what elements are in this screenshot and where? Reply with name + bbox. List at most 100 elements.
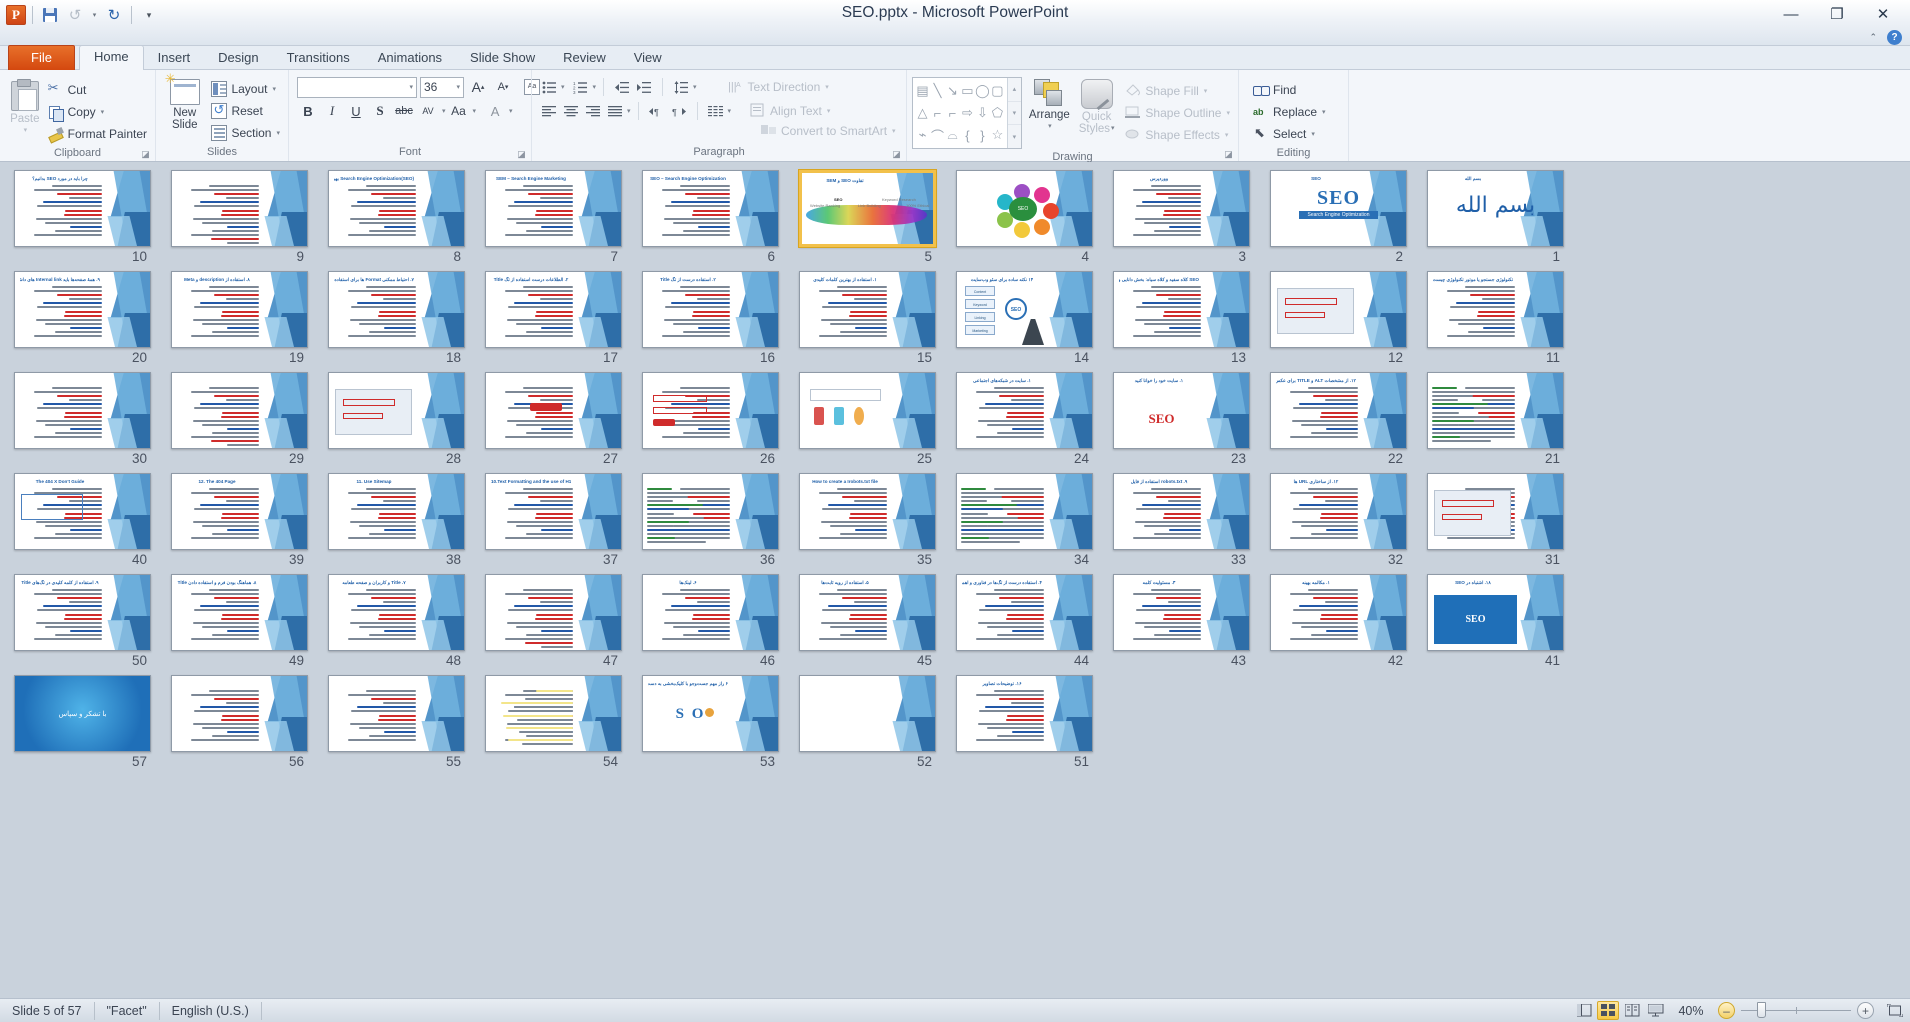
slide-thumbnail-34[interactable]: 34 bbox=[956, 473, 1093, 570]
slide-thumbnail-15[interactable]: ۱. استفاده از بهترین کلمات کلیدی 15 bbox=[799, 271, 936, 368]
tab-home[interactable]: Home bbox=[78, 45, 144, 71]
chevron-down-icon[interactable]: ▾ bbox=[593, 83, 597, 91]
shrink-font-button[interactable]: A ▾ bbox=[492, 77, 514, 98]
italic-button[interactable]: I bbox=[321, 101, 343, 122]
copy-button[interactable]: Copy ▾ bbox=[45, 101, 150, 123]
slide-preview-17[interactable]: ۲. الطلاعات درست استفاده از تگ Title bbox=[485, 271, 622, 348]
slide-preview-55[interactable] bbox=[328, 675, 465, 752]
shape-down-arrow[interactable]: ⇩ bbox=[975, 102, 990, 124]
slide-thumbnail-16[interactable]: ۲. استفاده درست از تگ Title 16 bbox=[642, 271, 779, 368]
arrange-button[interactable]: Arrange ▾ bbox=[1028, 77, 1071, 135]
slide-thumbnail-6[interactable]: SEO – Search Engine Optimization 6 bbox=[642, 170, 779, 267]
slide-thumbnail-7[interactable]: SEM – Search Engine Marketing 7 bbox=[485, 170, 622, 267]
slide-preview-4[interactable]: SEO bbox=[956, 170, 1093, 247]
slide-thumbnail-21[interactable]: 21 bbox=[1427, 372, 1564, 469]
strikethrough-button[interactable]: abc bbox=[393, 101, 415, 122]
tab-file[interactable]: File bbox=[8, 45, 75, 70]
zoom-track[interactable] bbox=[1741, 1002, 1851, 1018]
section-button[interactable]: Section ▾ bbox=[208, 122, 283, 144]
slide-preview-19[interactable]: ۸. استفاده از description و Meta bbox=[171, 271, 308, 348]
slide-thumbnail-5[interactable]: تفاوت SEO و SEM Website Ranking SEO Link Bu… bbox=[798, 169, 937, 267]
slide-thumbnail-52[interactable]: 52 bbox=[799, 675, 936, 772]
slide-preview-38[interactable]: 11. Use Sitemap bbox=[328, 473, 465, 550]
slide-thumbnail-17[interactable]: ۲. الطلاعات درست استفاده از تگ Title 17 bbox=[485, 271, 622, 368]
slide-thumbnail-10[interactable]: چرا باید در مورد SEO بدانیم؟ 10 bbox=[14, 170, 151, 267]
shape-arrow[interactable]: ↘ bbox=[945, 80, 960, 102]
slide-preview-8[interactable]: Search Engine Optimization(SEO) بهینه سا… bbox=[328, 170, 465, 247]
slide-preview-42[interactable]: ۱. مکالمه بهینه bbox=[1270, 574, 1407, 651]
restore-button[interactable]: ❐ bbox=[1814, 0, 1860, 28]
font-color-button[interactable]: A bbox=[484, 101, 506, 122]
slide-thumbnail-12[interactable]: 12 bbox=[1270, 271, 1407, 368]
slide-preview-21[interactable] bbox=[1427, 372, 1564, 449]
slide-thumbnail-45[interactable]: ۵. استفاده از رویه ثابت‌ها 45 bbox=[799, 574, 936, 671]
slide-preview-9[interactable] bbox=[171, 170, 308, 247]
slide-thumbnail-50[interactable]: ۹. استفاده از کلمه کلیدی در تگ‌های Title… bbox=[14, 574, 151, 671]
character-spacing-button[interactable]: AV bbox=[417, 101, 439, 122]
slide-thumbnail-22[interactable]: ۱۲. از مشخصات ALT و TITLE برای عکس‌های i… bbox=[1270, 372, 1407, 469]
slide-preview-25[interactable] bbox=[799, 372, 936, 449]
shape-rounded-rectangle[interactable]: ▢ bbox=[990, 80, 1005, 102]
view-button-slide-sorter[interactable] bbox=[1597, 1001, 1619, 1020]
slide-preview-3[interactable]: ووردپرس bbox=[1113, 170, 1250, 247]
slide-thumbnail-33[interactable]: ۹. robots.txt استفاده از فایل 33 bbox=[1113, 473, 1250, 570]
slide-thumbnail-51[interactable]: ۱۶. توضیحات تصاویر 51 bbox=[956, 675, 1093, 772]
justify-button[interactable] bbox=[604, 101, 626, 122]
slide-preview-11[interactable]: تکنولوژی جستجو یا موتور تکنولوژی چیست bbox=[1427, 271, 1564, 348]
slide-thumbnail-29[interactable]: 29 bbox=[171, 372, 308, 469]
shape-elbow-arrow-connector[interactable]: ⌐ bbox=[945, 102, 960, 124]
clipboard-dialog-launcher[interactable]: ◪ bbox=[140, 149, 151, 160]
zoom-thumb[interactable] bbox=[1757, 1002, 1766, 1018]
chevron-down-icon[interactable]: ▾ bbox=[728, 107, 732, 115]
slide-thumbnail-40[interactable]: The 404 X Don't Guide 40 bbox=[14, 473, 151, 570]
slide-thumbnail-54[interactable]: 54 bbox=[485, 675, 622, 772]
slide-preview-1[interactable]: بسم الله بسم الله bbox=[1427, 170, 1564, 247]
slide-thumbnail-57[interactable]: با تشکر و سپاسبا تشکر و سپاس 57 bbox=[14, 675, 151, 772]
slide-preview-56[interactable] bbox=[171, 675, 308, 752]
slide-preview-36[interactable] bbox=[642, 473, 779, 550]
chevron-down-icon[interactable]: ▾ bbox=[473, 107, 477, 115]
bullets-button[interactable] bbox=[538, 77, 560, 98]
shapes-gallery[interactable]: ▤ ╲ ↘ ▭ ◯ ▢ △ ⌐ ⌐ ⇨ ⇩ ⬠ ⌁ ⌒ ⌓{} ☆ ▴ ▾ ▾ bbox=[912, 77, 1022, 149]
numbering-button[interactable]: 123 bbox=[570, 77, 592, 98]
slide-preview-52[interactable] bbox=[799, 675, 936, 752]
slide-preview-40[interactable]: The 404 X Don't Guide bbox=[14, 473, 151, 550]
slide-thumbnail-44[interactable]: ۴. استفاده درست از تگ‌ها در فناوری و اهم… bbox=[956, 574, 1093, 671]
shape-freeform[interactable]: ⌁ bbox=[915, 124, 930, 146]
slide-thumbnail-25[interactable]: 25 bbox=[799, 372, 936, 469]
minimize-ribbon-icon[interactable]: ⌃ bbox=[1869, 32, 1877, 43]
shapes-scrollbar[interactable]: ▴ ▾ ▾ bbox=[1006, 78, 1021, 148]
shape-star[interactable]: ☆ bbox=[990, 124, 1005, 146]
view-button-slide-show[interactable] bbox=[1645, 1001, 1667, 1020]
align-right-button[interactable] bbox=[582, 101, 604, 122]
zoom-in-button[interactable]: + bbox=[1857, 1002, 1874, 1019]
shape-text-box[interactable]: ▤ bbox=[915, 80, 930, 102]
rtl-button[interactable]: ¶ bbox=[668, 101, 690, 122]
grow-font-button[interactable]: A ▴ bbox=[467, 77, 489, 98]
slide-preview-44[interactable]: ۴. استفاده درست از تگ‌ها در فناوری و اهم… bbox=[956, 574, 1093, 651]
slide-thumbnail-47[interactable]: 47 bbox=[485, 574, 622, 671]
slide-thumbnail-9[interactable]: 9 bbox=[171, 170, 308, 267]
slide-preview-33[interactable]: ۹. robots.txt استفاده از فایل bbox=[1113, 473, 1250, 550]
slide-thumbnail-1[interactable]: بسم الله بسم الله 1 bbox=[1427, 170, 1564, 267]
slide-preview-30[interactable] bbox=[14, 372, 151, 449]
paste-button[interactable]: Paste ▾ bbox=[5, 75, 45, 139]
slide-preview-22[interactable]: ۱۲. از مشخصات ALT و TITLE برای عکس‌های i… bbox=[1270, 372, 1407, 449]
fit-slide-to-window-button[interactable] bbox=[1884, 1001, 1906, 1020]
text-shadow-button[interactable]: S bbox=[369, 101, 391, 122]
slide-thumbnail-53[interactable]: ۶ راز مهم جست‌وجو با کلیک‌بخشی به دست‌اف… bbox=[642, 675, 779, 772]
slide-thumbnail-36[interactable]: 36 bbox=[642, 473, 779, 570]
slide-thumbnail-3[interactable]: ووردپرس 3 bbox=[1113, 170, 1250, 267]
font-name-input[interactable]: ▾ bbox=[297, 76, 417, 98]
chevron-down-icon[interactable]: ▾ bbox=[693, 83, 697, 91]
shape-line[interactable]: ╲ bbox=[930, 80, 945, 102]
slide-preview-41[interactable]: ۱۸. اشتباه در SEO SEO bbox=[1427, 574, 1564, 651]
slide-thumbnail-39[interactable]: 12. The 404 Page 39 bbox=[171, 473, 308, 570]
layout-button[interactable]: Layout ▾ bbox=[208, 78, 283, 100]
select-button[interactable]: Select ▾ bbox=[1250, 123, 1329, 145]
columns-button[interactable] bbox=[705, 101, 727, 122]
shape-right-brace[interactable]: } bbox=[975, 124, 990, 146]
slide-thumbnail-31[interactable]: 31 bbox=[1427, 473, 1564, 570]
slide-thumbnail-27[interactable]: 27 bbox=[485, 372, 622, 469]
slide-preview-37[interactable]: 10.Text Formatting and the use of H1, H2… bbox=[485, 473, 622, 550]
